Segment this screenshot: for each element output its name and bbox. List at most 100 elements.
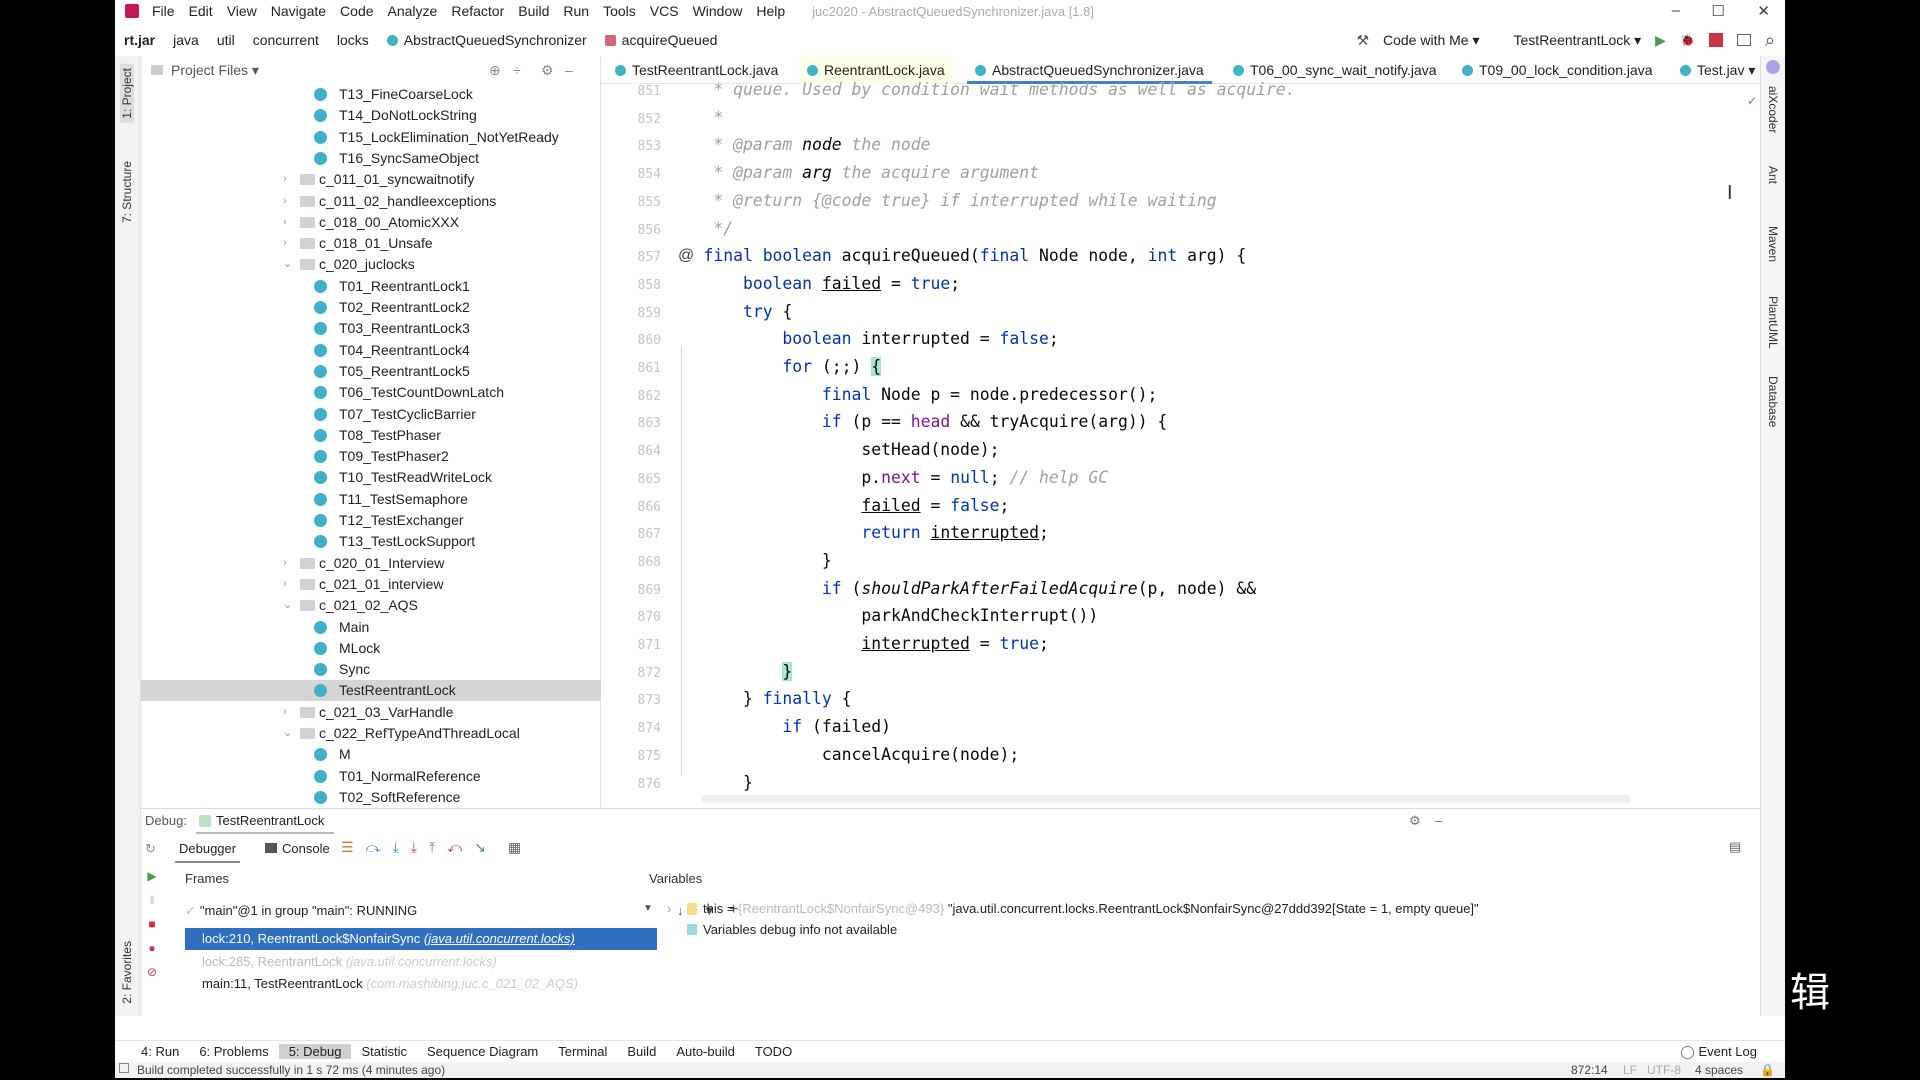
lock-icon[interactable]: 🔒	[1760, 1063, 1775, 1077]
console-tab[interactable]: Console	[265, 841, 330, 856]
run-icon[interactable]: ▶	[1655, 32, 1666, 49]
caret-position[interactable]: 872:14	[1571, 1063, 1608, 1077]
settings-icon[interactable]: ⚙	[1409, 813, 1421, 829]
code-line[interactable]: * queue. Used by condition wait methods …	[664, 80, 1295, 99]
tree-item[interactable]: T02_ReentrantLock2	[141, 297, 601, 318]
code-line[interactable]: p.next = null; // help GC	[664, 468, 1108, 487]
chevron-down-icon[interactable]: ⌄	[283, 254, 292, 275]
menu-code[interactable]: Code	[333, 3, 380, 19]
code-line[interactable]: */	[664, 219, 733, 238]
tool-database[interactable]: Database	[1766, 376, 1780, 427]
evaluate-expression-icon[interactable]: ▦	[508, 839, 521, 856]
mute-breakpoints-icon[interactable]: ⊘	[147, 965, 157, 979]
variable-this[interactable]: this = {ReentrantLock$NonfairSync@493} "…	[703, 901, 1479, 916]
menu-tools[interactable]: Tools	[596, 3, 643, 19]
step-out-icon[interactable]: ⤒	[429, 839, 435, 856]
breadcrumb-locks[interactable]: locks	[328, 32, 378, 48]
horizontal-scrollbar[interactable]	[701, 795, 1631, 803]
line-separator[interactable]: LF	[1623, 1063, 1637, 1077]
tool-tab-debug[interactable]: 5: Debug	[278, 1044, 352, 1059]
project-tool-button[interactable]: 1: Project	[120, 64, 134, 123]
force-step-into-icon[interactable]: ⤓	[411, 839, 417, 856]
tree-item[interactable]: T08_TestPhaser	[141, 425, 601, 446]
tree-item[interactable]: › c_021_01_interview	[141, 574, 601, 595]
code-line[interactable]: if (failed)	[664, 717, 891, 736]
hide-panel-icon[interactable]: –	[1435, 813, 1442, 828]
step-into-icon[interactable]: ⤓	[393, 839, 399, 856]
locate-icon[interactable]: ⊕	[489, 62, 501, 79]
code-line[interactable]: failed = false;	[664, 496, 1009, 515]
tree-item[interactable]: T02_SoftReference	[141, 787, 601, 808]
chevron-right-icon[interactable]: ›	[283, 233, 287, 254]
menu-window[interactable]: Window	[686, 3, 750, 19]
step-over-icon[interactable]: ⤼	[366, 839, 381, 856]
tree-item[interactable]: Sync	[141, 659, 601, 680]
status-toggle-icon[interactable]	[119, 1063, 129, 1073]
tool-tab-build[interactable]: Build	[617, 1044, 666, 1059]
debug-session-tab[interactable]: TestReentrantLock	[196, 811, 335, 834]
view-breakpoints-icon[interactable]: ●	[148, 941, 155, 955]
code-line[interactable]: *	[664, 108, 723, 127]
tool-tab-sequencediagram[interactable]: Sequence Diagram	[417, 1044, 548, 1059]
menu-vcs[interactable]: VCS	[643, 3, 686, 19]
code-line[interactable]: boolean interrupted = false;	[664, 329, 1058, 348]
tree-item[interactable]: T15_LockElimination_NotYetReady	[141, 127, 601, 148]
tree-item[interactable]: ⌄ c_022_RefTypeAndThreadLocal	[141, 723, 601, 744]
code-line[interactable]: }	[664, 661, 793, 681]
tool-tab-statistic[interactable]: Statistic	[351, 1044, 417, 1059]
event-log-button[interactable]: ◯ Event Log	[1680, 1044, 1757, 1060]
tool-ant[interactable]: Ant	[1766, 166, 1780, 184]
breadcrumb-java[interactable]: java	[164, 32, 208, 48]
tree-item[interactable]: T13_FineCoarseLock	[141, 84, 601, 105]
menu-run[interactable]: Run	[556, 3, 596, 19]
tree-item[interactable]: ⌄ c_020_juclocks	[141, 254, 601, 275]
tree-item[interactable]: Main	[141, 617, 601, 638]
close-button[interactable]: ✕	[1757, 2, 1770, 20]
gear-icon[interactable]: ⚙	[541, 62, 554, 79]
code-line[interactable]: for (;;) {	[664, 357, 882, 376]
layout-icon[interactable]	[1736, 34, 1751, 46]
code-line[interactable]: } finally {	[664, 689, 852, 708]
tool-tab-run[interactable]: 4: Run	[131, 1044, 189, 1059]
tree-item[interactable]: › c_011_02_handleexceptions	[141, 191, 601, 212]
tree-item[interactable]: T14_DoNotLockString	[141, 105, 601, 126]
tree-item[interactable]: › c_018_00_AtomicXXX	[141, 212, 601, 233]
chevron-right-icon[interactable]: ›	[283, 191, 287, 212]
tree-item[interactable]: MLock	[141, 638, 601, 659]
tree-item[interactable]: T05_ReentrantLock5	[141, 361, 601, 382]
project-view-select[interactable]: Project Files ▾	[171, 62, 259, 79]
minimize-button[interactable]: –	[1672, 2, 1680, 19]
code-line[interactable]: parkAndCheckInterrupt())	[664, 606, 1098, 625]
code-line[interactable]: * @param arg the acquire argument	[664, 163, 1039, 182]
menu-edit[interactable]: Edit	[182, 3, 220, 19]
code-line[interactable]: boolean failed = true;	[664, 274, 960, 293]
code-line[interactable]: try {	[664, 302, 792, 321]
debugger-tab[interactable]: Debugger	[175, 839, 241, 863]
menu-build[interactable]: Build	[511, 3, 556, 19]
breadcrumb-rt-jar[interactable]: rt.jar	[115, 32, 164, 48]
code-line[interactable]: if (shouldParkAfterFailedAcquire(p, node…	[664, 579, 1256, 598]
code-line[interactable]: * @return {@code true} if interrupted wh…	[664, 191, 1216, 210]
tool-maven[interactable]: Maven	[1766, 226, 1780, 262]
collapse-icon[interactable]: ÷	[513, 62, 521, 78]
thread-dropdown-icon[interactable]: ▼	[643, 903, 653, 914]
pause-icon[interactable]: ‖	[150, 893, 155, 907]
thread-select[interactable]: ✓ "main"@1 in group "main": RUNNING	[185, 903, 417, 919]
breadcrumb-method[interactable]: acquireQueued	[596, 32, 727, 48]
frame-down-icon[interactable]: ↓	[677, 903, 684, 918]
code-line[interactable]: final Node p = node.predecessor();	[664, 385, 1158, 404]
tree-item[interactable]: T16_SyncSameObject	[141, 148, 601, 169]
tool-plantuml[interactable]: PlantUML	[1766, 296, 1780, 349]
breadcrumb-util[interactable]: util	[208, 32, 244, 48]
layout-settings-icon[interactable]: ▤	[1729, 839, 1741, 855]
code-line[interactable]: * @param node the node	[664, 135, 930, 154]
breadcrumb-class[interactable]: AbstractQueuedSynchronizer	[378, 32, 596, 48]
chevron-right-icon[interactable]: ›	[283, 169, 287, 190]
tool-tab-terminal[interactable]: Terminal	[548, 1044, 617, 1059]
rerun-icon[interactable]: ↻	[145, 841, 156, 857]
maximize-button[interactable]: ☐	[1712, 2, 1725, 20]
tree-item[interactable]: › c_018_01_Unsafe	[141, 233, 601, 254]
tree-item[interactable]: › c_020_01_Interview	[141, 553, 601, 574]
file-encoding[interactable]: UTF-8	[1647, 1063, 1681, 1077]
breadcrumb-concurrent[interactable]: concurrent	[244, 32, 328, 48]
